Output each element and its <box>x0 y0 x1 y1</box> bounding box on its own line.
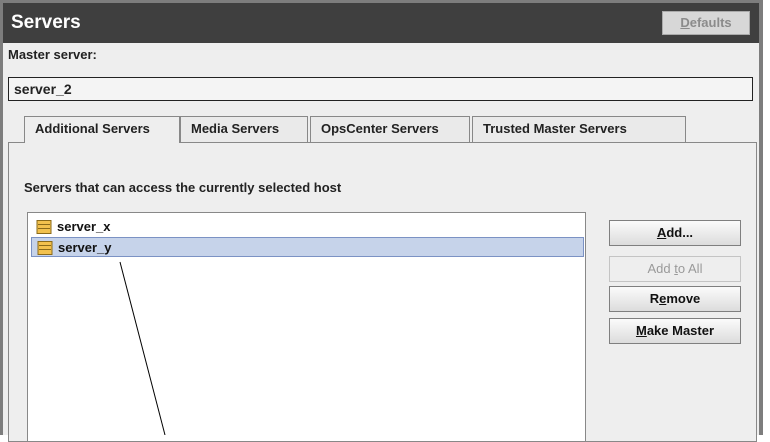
callout-line <box>119 261 166 435</box>
tab-additional-servers[interactable]: Additional Servers <box>24 116 180 143</box>
